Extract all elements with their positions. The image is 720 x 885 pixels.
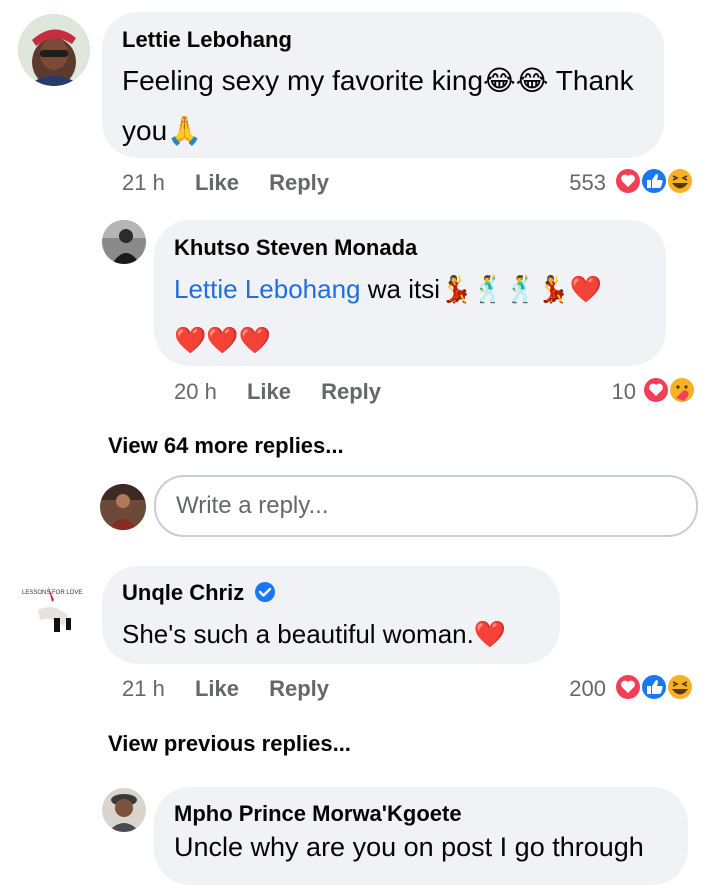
reply-placeholder: Write a reply...	[176, 492, 329, 519]
haha-reaction-icon	[666, 167, 694, 195]
avatar-unqle-chriz-image	[18, 566, 90, 638]
verified-badge-icon	[255, 582, 276, 602]
avatar-mpho-image	[102, 788, 146, 832]
reply-button[interactable]: Reply	[269, 170, 329, 195]
avatar-lettie[interactable]	[18, 14, 90, 86]
comment-time[interactable]: 21 h	[122, 676, 165, 701]
mention-link[interactable]: Lettie Lebohang	[174, 274, 361, 304]
view-previous-replies-link[interactable]: View previous replies...	[108, 731, 351, 757]
love-reaction-icon	[614, 167, 642, 195]
comment-author[interactable]: Unqle Chriz	[122, 580, 276, 606]
reaction-icons[interactable]	[612, 670, 702, 704]
heart-emoji: ❤️	[473, 620, 507, 650]
reply-button[interactable]: Reply	[269, 676, 329, 701]
like-reaction-icon	[640, 673, 668, 701]
comment-text-part: Thank	[555, 65, 634, 96]
comment-text-part: She's such a beautiful woman.	[122, 619, 474, 649]
reaction-count[interactable]: 10	[580, 379, 636, 405]
view-more-replies-link[interactable]: View 64 more replies...	[108, 433, 344, 459]
comment-text-part: wa itsi	[360, 274, 440, 304]
pray-emoji: 🙏	[167, 114, 203, 147]
reaction-icons[interactable]	[640, 373, 704, 407]
reaction-count[interactable]: 553	[540, 170, 606, 196]
write-reply-input[interactable]: Write a reply...	[154, 475, 698, 537]
heart-emojis: ❤️❤️❤️	[174, 326, 272, 356]
haha-reaction-icon	[666, 673, 694, 701]
joy-emoji: 😂😂	[483, 64, 549, 97]
comment-meta: 20 h Like Reply	[174, 379, 381, 405]
like-button[interactable]: Like	[247, 379, 291, 404]
comment-meta: 21 h Like Reply	[122, 676, 329, 702]
reply-button[interactable]: Reply	[321, 379, 381, 404]
avatar-current-user-image	[100, 484, 146, 530]
comment-meta: 21 h Like Reply	[122, 170, 329, 196]
reaction-count[interactable]: 200	[540, 676, 606, 702]
care-reaction-icon	[668, 376, 696, 404]
comment-text: Feeling sexy my favorite king😂😂 Thank yo…	[122, 56, 652, 156]
avatar-khutso-image	[102, 220, 146, 264]
comment-text-part: Feeling sexy my favorite king	[122, 65, 484, 96]
reaction-icons[interactable]	[612, 164, 702, 198]
comment-author[interactable]: Lettie Lebohang	[122, 27, 292, 53]
comment-author-name: Unqle Chriz	[122, 580, 245, 605]
avatar-mpho[interactable]	[102, 788, 146, 832]
like-reaction-icon	[640, 167, 668, 195]
love-reaction-icon	[642, 376, 670, 404]
avatar-lettie-image	[18, 14, 90, 86]
comment-text: Lettie Lebohang wa itsi💃🕺🕺💃❤️ ❤️❤️❤️	[174, 264, 654, 366]
avatar-unqle-chriz[interactable]: LESSONS FOR LOVE	[18, 566, 90, 638]
love-reaction-icon	[614, 673, 642, 701]
comment-text: She's such a beautiful woman.❤️	[122, 609, 552, 660]
comment-time[interactable]: 20 h	[174, 379, 217, 404]
like-button[interactable]: Like	[195, 170, 239, 195]
like-button[interactable]: Like	[195, 676, 239, 701]
comment-author[interactable]: Khutso Steven Monada	[174, 235, 417, 261]
avatar-khutso[interactable]	[102, 220, 146, 264]
dancer-emojis: 💃🕺🕺💃❤️	[439, 275, 602, 305]
avatar-current-user	[100, 484, 146, 530]
avatar-logo-text: LESSONS FOR LOVE	[22, 590, 83, 596]
comment-text: Uncle why are you on post I go through	[174, 832, 644, 862]
comment-text-part: you	[122, 115, 168, 146]
comment-time[interactable]: 21 h	[122, 170, 165, 195]
